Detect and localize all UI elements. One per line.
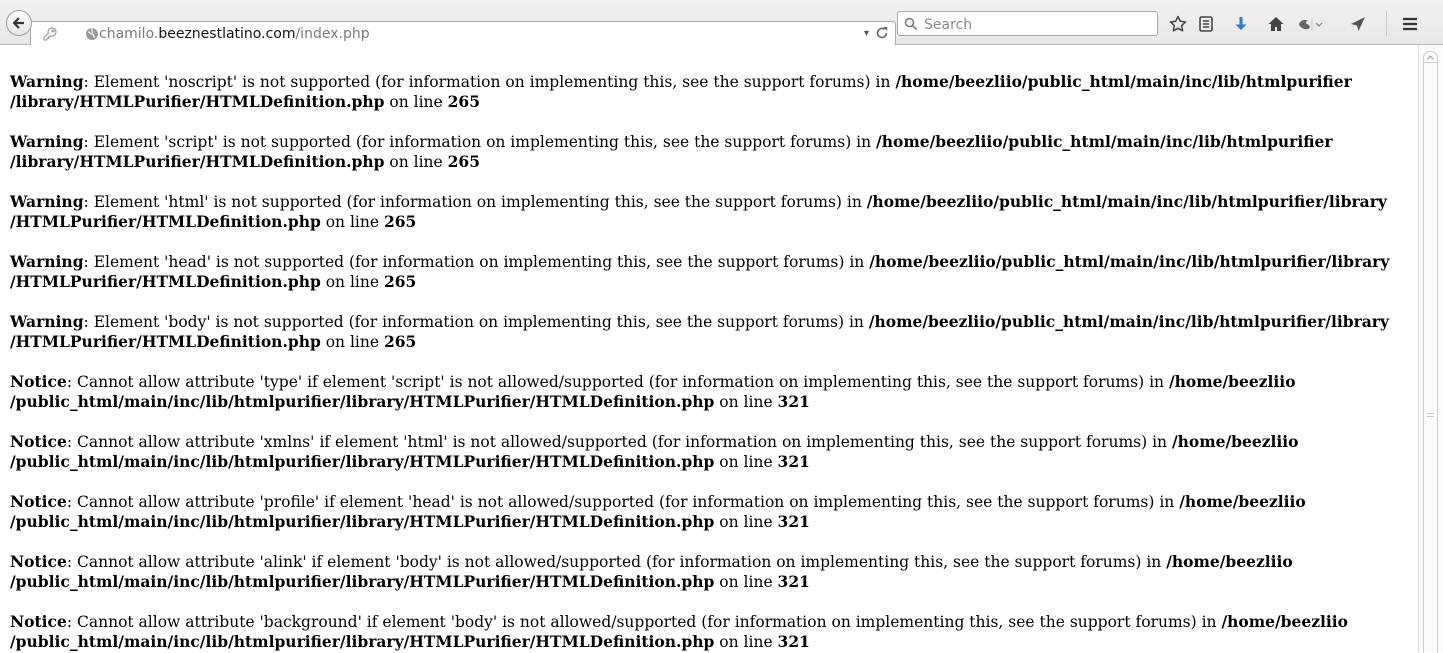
url-text: chamilo.beeznestlatino.com/index.php xyxy=(99,26,370,42)
message-line-number: 265 xyxy=(447,92,480,111)
php-message: Warning: Element 'noscript' is not suppo… xyxy=(10,72,1415,112)
php-message: Warning: Element 'html' is not supported… xyxy=(10,192,1415,232)
toolbar-separator xyxy=(1386,11,1387,36)
message-level: Notice xyxy=(10,612,67,631)
message-text: : Cannot allow attribute 'type' if eleme… xyxy=(66,373,1169,391)
message-level: Notice xyxy=(10,552,67,571)
download-icon[interactable] xyxy=(1229,11,1253,36)
browser-toolbar: chamilo.beeznestlatino.com/index.php ▾ xyxy=(0,0,1443,46)
message-line-number: 321 xyxy=(777,392,810,411)
message-line-label: on line xyxy=(384,93,448,111)
back-button[interactable] xyxy=(6,10,32,36)
vertical-scrollbar[interactable] xyxy=(1418,45,1443,653)
site-identity-icon[interactable] xyxy=(41,25,59,42)
url-host: beeznestlatino.com xyxy=(158,26,296,42)
message-line-label: on line xyxy=(320,273,384,291)
php-message: Notice: Cannot allow attribute 'backgrou… xyxy=(10,612,1415,652)
url-buttons: ▾ xyxy=(864,26,889,40)
message-line-label: on line xyxy=(714,513,778,531)
message-line-number: 265 xyxy=(383,272,417,291)
message-text: : Element 'html' is not supported (for i… xyxy=(83,193,867,211)
message-level: Warning xyxy=(10,252,84,271)
message-level: Warning xyxy=(10,312,84,331)
message-text: : Cannot allow attribute 'alink' if elem… xyxy=(66,553,1167,571)
message-line-label: on line xyxy=(714,393,778,411)
message-text: : Cannot allow attribute 'xmlns' if elem… xyxy=(66,433,1172,451)
message-line-number: 265 xyxy=(447,152,480,171)
php-message: Warning: Element 'body' is not supported… xyxy=(10,312,1415,352)
message-line-number: 265 xyxy=(383,212,417,231)
message-text: : Element 'head' is not supported (for i… xyxy=(83,253,870,271)
globe-icon xyxy=(86,27,98,40)
message-line-label: on line xyxy=(714,453,778,471)
php-message: Notice: Cannot allow attribute 'type' if… xyxy=(10,372,1415,412)
message-line-label: on line xyxy=(384,153,448,171)
php-message: Warning: Element 'head' is not supported… xyxy=(10,252,1415,292)
php-message: Notice: Cannot allow attribute 'xmlns' i… xyxy=(10,432,1415,472)
message-text: : Cannot allow attribute 'profile' if el… xyxy=(66,493,1180,511)
nav-buttons: chamilo.beeznestlatino.com/index.php ▾ xyxy=(6,10,896,46)
message-line-number: 321 xyxy=(777,512,810,531)
message-text: : Element 'noscript' is not supported (f… xyxy=(83,73,896,91)
message-line-label: on line xyxy=(320,213,384,231)
scroll-up-arrow-icon[interactable] xyxy=(1423,51,1438,63)
search-input[interactable] xyxy=(922,14,1156,35)
php-message: Notice: Cannot allow attribute 'alink' i… xyxy=(10,552,1415,592)
history-dropdown-icon[interactable]: ▾ xyxy=(864,28,869,39)
message-level: Warning xyxy=(10,132,84,151)
page-content: Warning: Element 'noscript' is not suppo… xyxy=(1,45,1418,652)
scroll-track[interactable] xyxy=(1423,63,1438,653)
reload-icon[interactable] xyxy=(875,26,889,40)
message-line-label: on line xyxy=(320,333,384,351)
url-path: /index.php xyxy=(295,26,370,42)
message-line-number: 321 xyxy=(777,572,810,591)
php-message: Warning: Element 'script' is not support… xyxy=(10,132,1415,172)
message-line-number: 321 xyxy=(777,632,810,651)
message-level: Warning xyxy=(10,192,84,211)
menu-icon[interactable] xyxy=(1398,11,1422,36)
message-line-number: 265 xyxy=(383,332,417,351)
search-icon xyxy=(904,17,918,31)
message-line-number: 321 xyxy=(777,452,810,471)
message-text: : Element 'body' is not supported (for i… xyxy=(83,313,869,331)
message-level: Warning xyxy=(10,72,84,91)
message-text: : Cannot allow attribute 'background' if… xyxy=(66,613,1222,631)
message-level: Notice xyxy=(10,372,67,391)
php-message: Notice: Cannot allow attribute 'profile'… xyxy=(10,492,1415,532)
reading-list-icon[interactable] xyxy=(1194,11,1218,36)
message-text: : Element 'script' is not supported (for… xyxy=(83,133,877,151)
message-level: Notice xyxy=(10,432,67,451)
search-box[interactable] xyxy=(897,11,1158,36)
home-icon[interactable] xyxy=(1264,11,1288,36)
url-bar[interactable]: chamilo.beeznestlatino.com/index.php ▾ xyxy=(30,21,896,46)
scroll-grip[interactable] xyxy=(1427,411,1434,420)
message-line-label: on line xyxy=(714,573,778,591)
php-messages: Warning: Element 'noscript' is not suppo… xyxy=(10,72,1415,652)
url-prefix: chamilo. xyxy=(99,26,159,42)
message-line-label: on line xyxy=(714,633,778,651)
extension-icon[interactable] xyxy=(1294,11,1326,36)
send-icon[interactable] xyxy=(1346,11,1370,36)
back-arrow-icon xyxy=(12,17,24,29)
star-icon[interactable] xyxy=(1166,11,1190,36)
message-level: Notice xyxy=(10,492,67,511)
